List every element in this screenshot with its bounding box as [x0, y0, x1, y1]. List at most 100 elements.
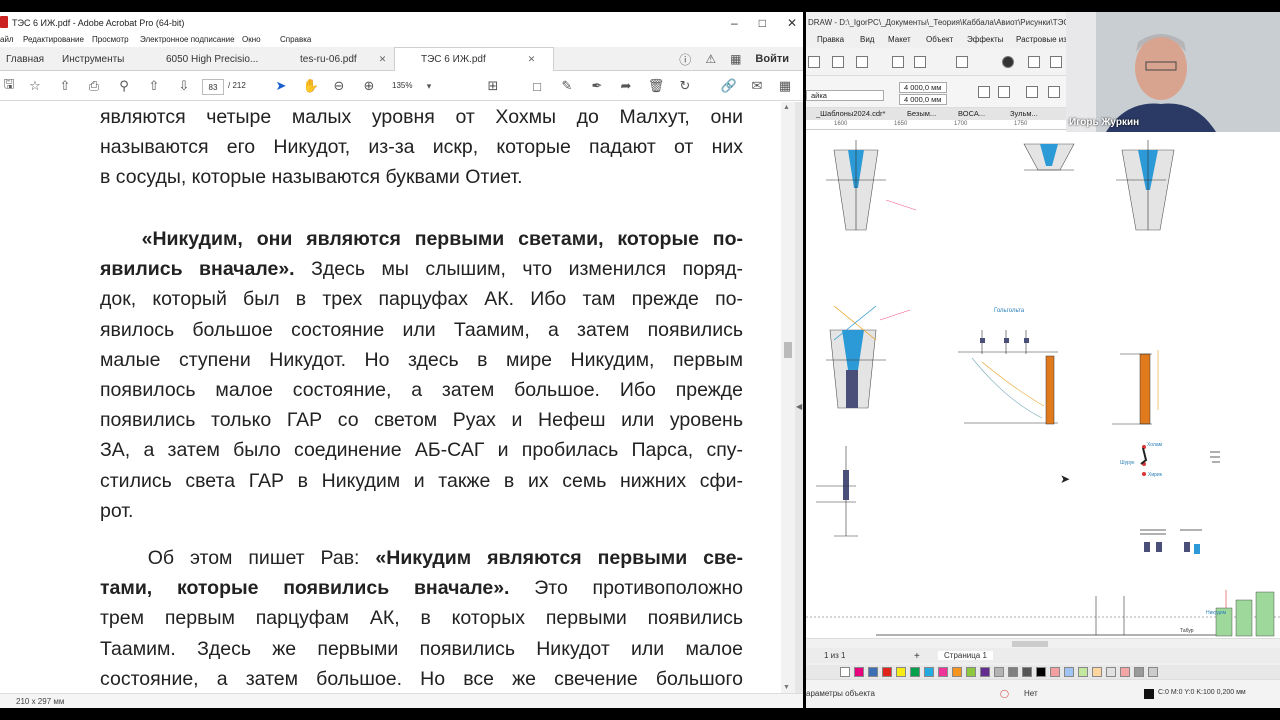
- horizontal-scrollbar[interactable]: [806, 638, 1280, 648]
- redo2-icon[interactable]: [956, 56, 968, 68]
- undo-icon[interactable]: [892, 56, 904, 68]
- width-field[interactable]: 4 000,0 мм: [899, 82, 947, 93]
- vertical-scrollbar[interactable]: ▲ ▼: [781, 102, 795, 693]
- zoom-level[interactable]: 135%: [392, 81, 412, 90]
- zoom-dropdown-icon[interactable]: ▾: [420, 77, 438, 95]
- page-setup-icon[interactable]: [1026, 86, 1038, 98]
- close-tab-icon[interactable]: ✕: [379, 54, 387, 65]
- doc-tab[interactable]: _Шаблоны2024.cdr*: [816, 109, 885, 118]
- maximize-icon[interactable]: □: [759, 16, 766, 30]
- record-icon[interactable]: [1002, 56, 1014, 68]
- color-swatch[interactable]: [938, 667, 948, 677]
- height-field[interactable]: 4 000,0 мм: [899, 94, 947, 105]
- font-field[interactable]: айка: [806, 90, 884, 101]
- scroll-down-icon[interactable]: ▼: [783, 684, 790, 691]
- paste-icon[interactable]: [856, 56, 868, 68]
- email-icon[interactable]: ✉: [748, 77, 766, 95]
- login-button[interactable]: Войти: [755, 53, 789, 65]
- color-swatch[interactable]: [882, 667, 892, 677]
- color-swatch[interactable]: [840, 667, 850, 677]
- collapse-arrow-icon[interactable]: ◀: [796, 402, 802, 411]
- fit-page-icon[interactable]: ⊞: [484, 77, 502, 95]
- color-swatch[interactable]: [854, 667, 864, 677]
- color-swatch[interactable]: [1120, 667, 1130, 677]
- color-swatch[interactable]: [1106, 667, 1116, 677]
- menu-layout[interactable]: Макет: [888, 35, 911, 44]
- color-swatch[interactable]: [1050, 667, 1060, 677]
- tab-home[interactable]: Главная: [0, 47, 50, 71]
- open-icon[interactable]: [808, 56, 820, 68]
- menu-effects[interactable]: Эффекты: [967, 35, 1003, 44]
- color-swatch[interactable]: [896, 667, 906, 677]
- color-swatch[interactable]: [1078, 667, 1088, 677]
- bell-icon[interactable]: ⚠: [705, 52, 716, 66]
- color-swatch[interactable]: [924, 667, 934, 677]
- export-icon[interactable]: [1050, 56, 1062, 68]
- print-icon[interactable]: ⎙: [85, 77, 103, 95]
- menu-item[interactable]: Окно: [242, 35, 261, 44]
- tab-doc-6050[interactable]: 6050 High Precisio...: [160, 47, 264, 71]
- zoom-out-icon[interactable]: ⊖: [330, 77, 348, 95]
- color-swatch[interactable]: [1036, 667, 1046, 677]
- menu-view[interactable]: Вид: [860, 35, 874, 44]
- color-swatch[interactable]: [868, 667, 878, 677]
- link-icon[interactable]: 🔗: [720, 77, 738, 95]
- color-swatch[interactable]: [980, 667, 990, 677]
- highlight-pen-icon[interactable]: ✎: [558, 77, 576, 95]
- page-tab[interactable]: Страница 1: [938, 651, 993, 660]
- color-swatch[interactable]: [1134, 667, 1144, 677]
- page-number-input[interactable]: 83: [202, 79, 224, 95]
- share-icon[interactable]: ➦: [617, 77, 635, 95]
- delete-icon[interactable]: 🗑: [647, 77, 665, 95]
- tab-doc-tes-ru[interactable]: tes-ru-06.pdf ✕: [294, 47, 392, 71]
- draw-icon[interactable]: ✒: [588, 77, 606, 95]
- menu-item[interactable]: Просмотр: [92, 35, 129, 44]
- tab-tools[interactable]: Инструменты: [56, 47, 130, 71]
- tab-doc-tes6[interactable]: ТЭС 6 ИЖ.pdf ✕: [394, 47, 554, 71]
- color-swatch[interactable]: [952, 667, 962, 677]
- comment-icon[interactable]: □: [528, 77, 546, 95]
- prev-page-icon[interactable]: ⇧: [145, 77, 163, 95]
- pane-splitter[interactable]: ◀: [795, 102, 803, 693]
- color-swatch[interactable]: [1092, 667, 1102, 677]
- color-swatch[interactable]: [910, 667, 920, 677]
- landscape-icon[interactable]: [998, 86, 1010, 98]
- color-swatch[interactable]: [1148, 667, 1158, 677]
- menu-edit[interactable]: Правка: [817, 35, 844, 44]
- hand-tool-icon[interactable]: ✋: [302, 77, 320, 95]
- units-icon[interactable]: [1048, 86, 1060, 98]
- save-icon[interactable]: 🖫: [0, 76, 18, 95]
- doc-tab[interactable]: Зульм...: [1010, 109, 1038, 118]
- menu-item[interactable]: Редактирование: [23, 35, 84, 44]
- zoom-in-icon[interactable]: ⊕: [360, 77, 378, 95]
- color-swatch[interactable]: [1064, 667, 1074, 677]
- apps-grid-icon[interactable]: ▦: [730, 52, 741, 66]
- color-swatch[interactable]: [966, 667, 976, 677]
- menu-bitmaps[interactable]: Растровые из: [1016, 35, 1067, 44]
- minimize-icon[interactable]: –: [731, 16, 738, 30]
- color-swatch[interactable]: [1022, 667, 1032, 677]
- copy-icon[interactable]: [832, 56, 844, 68]
- drawing-canvas[interactable]: Гольгольта Холам Шурук Хирик Табур Никуд…: [806, 130, 1280, 638]
- menu-item[interactable]: айл: [0, 35, 14, 44]
- zoom-search-icon[interactable]: ⚲: [115, 77, 133, 95]
- color-swatch[interactable]: [994, 667, 1004, 677]
- import-icon[interactable]: [1028, 56, 1040, 68]
- bookmark-star-icon[interactable]: ☆: [26, 77, 44, 95]
- color-swatch[interactable]: [1008, 667, 1018, 677]
- scroll-thumb[interactable]: [784, 342, 792, 358]
- rotate-icon[interactable]: ↻: [676, 77, 694, 95]
- menu-item[interactable]: Справка: [280, 35, 311, 44]
- doc-tab[interactable]: ВОСА...: [958, 109, 985, 118]
- add-page-icon[interactable]: +: [914, 651, 920, 662]
- next-page-icon[interactable]: ⇩: [175, 77, 193, 95]
- close-icon[interactable]: ✕: [787, 16, 797, 30]
- doc-tab[interactable]: Безым...: [907, 109, 936, 118]
- redo-icon[interactable]: [914, 56, 926, 68]
- select-cursor-icon[interactable]: ➤: [272, 77, 290, 95]
- close-tab-icon[interactable]: ✕: [528, 54, 536, 65]
- more-tools-icon[interactable]: ▦: [776, 77, 794, 95]
- menu-item[interactable]: Электронное подписание: [140, 35, 235, 44]
- upload-icon[interactable]: ⇧: [56, 77, 74, 95]
- help-icon[interactable]: ⓘ: [679, 51, 691, 68]
